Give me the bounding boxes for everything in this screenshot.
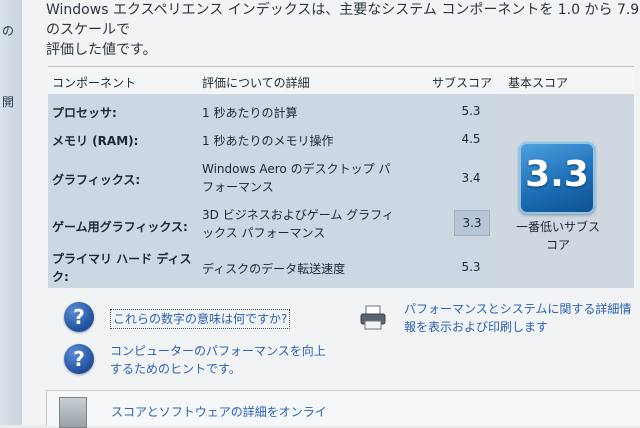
left-navigation-pane: の 開 bbox=[0, 0, 23, 425]
component-label: グラフィックス: bbox=[52, 173, 141, 187]
link-line[interactable]: パフォーマンスとシステムに関する詳細情 bbox=[404, 300, 631, 318]
table-row: メモリ (RAM): 1 秒あたりのメモリ操作 4.5 bbox=[48, 126, 490, 162]
component-line: ク: bbox=[52, 270, 69, 284]
header-details: 評価についての詳細 bbox=[202, 76, 310, 90]
base-score-value: 3.3 bbox=[525, 154, 589, 195]
component-label: メモリ (RAM): bbox=[52, 134, 139, 148]
link-line[interactable]: コンピューターのパフォーマンスを向上 bbox=[110, 342, 326, 360]
base-score-panel: 3.3 一番低いサブス コア bbox=[490, 94, 634, 288]
online-details-panel: スコアとソフトウェアの詳細をオンライ bbox=[46, 390, 640, 428]
link-performance-tips[interactable]: コンピューターのパフォーマンスを向上 するためのヒントです。 bbox=[110, 342, 326, 378]
link-line[interactable]: 報を表示および印刷します bbox=[404, 318, 631, 336]
link-online-details[interactable]: スコアとソフトウェアの詳細をオンライ bbox=[111, 403, 327, 421]
main-content: Windows エクスペリエンス インデックスは、主要なシステム コンポーネント… bbox=[22, 0, 640, 428]
subscore-value: 3.4 bbox=[461, 171, 481, 185]
table-row: プライマリ ハード ディス ク: ディスクのデータ転送速度 5.3 bbox=[48, 248, 490, 288]
subscore-value: 5.3 bbox=[461, 104, 481, 118]
document-icon bbox=[59, 397, 87, 428]
component-label: プロセッサ: bbox=[52, 106, 117, 120]
detail-text: 1 秒あたりのメモリ操作 bbox=[202, 134, 334, 148]
component-line: プライマリ ハード ディス bbox=[52, 252, 192, 266]
header-basescore: 基本スコア bbox=[508, 76, 569, 90]
table-row: グラフィックス: Windows Aero のデスクトップ パ フォーマンス 3… bbox=[48, 158, 490, 202]
nav-stub-text[interactable]: の bbox=[2, 22, 14, 39]
detail-line: フォーマンス bbox=[202, 180, 274, 194]
score-rows: プロセッサ: 1 秒あたりの計算 5.3 メモリ (RAM): 1 秒あたりのメ… bbox=[48, 94, 490, 288]
table-row: ゲーム用グラフィックス: 3D ビジネスおよびゲーム グラフィ ックス パフォー… bbox=[48, 204, 490, 248]
detail-line: 3D ビジネスおよびゲーム グラフィ bbox=[202, 208, 394, 222]
link-print-details[interactable]: パフォーマンスとシステムに関する詳細情 報を表示および印刷します bbox=[404, 300, 631, 336]
detail-text: ディスクのデータ転送速度 bbox=[202, 262, 346, 276]
detail-line: Windows Aero のデスクトップ パ bbox=[202, 162, 391, 176]
caption-line: コア bbox=[545, 238, 570, 252]
nav-stub-text[interactable]: 開 bbox=[2, 93, 14, 110]
table-header: コンポーネント 評価についての詳細 サブスコア 基本スコア bbox=[48, 66, 634, 95]
subscore-value: 4.5 bbox=[461, 132, 481, 146]
header-subscore: サブスコア bbox=[432, 76, 493, 90]
intro-line-1: Windows エクスペリエンス インデックスは、主要なシステム コンポーネント… bbox=[46, 2, 640, 38]
lowest-subscore-value: 3.3 bbox=[454, 210, 490, 236]
help-question-icon[interactable]: ? bbox=[64, 302, 94, 332]
base-score-badge: 3.3 bbox=[519, 142, 595, 214]
detail-text: 3D ビジネスおよびゲーム グラフィ ックス パフォーマンス bbox=[202, 206, 394, 242]
component-label: プライマリ ハード ディス ク: bbox=[52, 250, 192, 286]
printer-icon[interactable] bbox=[358, 304, 388, 332]
detail-text: Windows Aero のデスクトップ パ フォーマンス bbox=[202, 160, 390, 196]
component-label: ゲーム用グラフィックス: bbox=[52, 220, 188, 234]
intro-text: Windows エクスペリエンス インデックスは、主要なシステム コンポーネント… bbox=[46, 0, 640, 60]
detail-text: 1 秒あたりの計算 bbox=[202, 106, 298, 120]
help-question-icon[interactable]: ? bbox=[64, 344, 94, 374]
link-what-numbers-mean[interactable]: これらの数字の意味は何ですか? bbox=[110, 309, 291, 329]
header-component: コンポーネント bbox=[52, 76, 137, 90]
base-score-caption: 一番低いサブス コア bbox=[506, 218, 610, 254]
intro-line-2: 評価した値です。 bbox=[46, 42, 157, 58]
caption-line: 一番低いサブス bbox=[515, 220, 600, 234]
detail-line: ックス パフォーマンス bbox=[202, 226, 326, 240]
score-table: コンポーネント 評価についての詳細 サブスコア 基本スコア プロセッサ: 1 秒… bbox=[48, 66, 634, 288]
subscore-value: 5.3 bbox=[461, 260, 481, 274]
link-line[interactable]: するためのヒントです。 bbox=[110, 360, 326, 378]
